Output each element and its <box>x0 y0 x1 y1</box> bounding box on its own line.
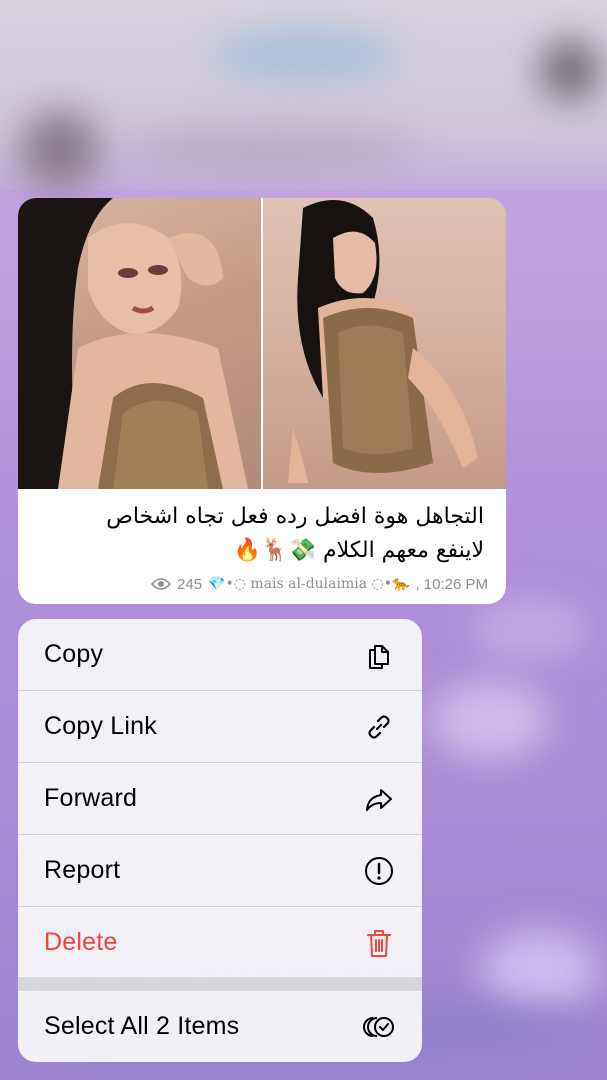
photo-right[interactable] <box>263 198 506 489</box>
copy-icon <box>362 638 396 672</box>
message-meta: 245 💎•◌ mais al-dulaimia ◌•🐆 , 10:26 PM <box>151 573 488 595</box>
select-all-icon <box>362 1010 396 1044</box>
menu-item-label: Forward <box>44 784 138 812</box>
caption-line-1: التجاهل هوة افضل رده فعل تجاه اشخاص <box>106 504 484 529</box>
forward-icon <box>362 782 396 816</box>
menu-item-copy[interactable]: Copy <box>18 619 422 690</box>
author-signature: 💎•◌ mais al-dulaimia ◌•🐆 <box>208 576 410 592</box>
photo-left[interactable] <box>18 198 261 489</box>
menu-item-label: Report <box>44 856 121 884</box>
menu-group-gap <box>18 977 422 991</box>
report-icon <box>362 854 396 888</box>
menu-item-label: Copy Link <box>44 712 157 740</box>
view-count: 245 <box>177 575 203 593</box>
menu-item-select-all[interactable]: Select All 2 Items <box>18 991 422 1062</box>
menu-item-copy-link[interactable]: Copy Link <box>18 691 422 762</box>
menu-item-report[interactable]: Report <box>18 835 422 906</box>
message-caption: التجاهل هوة افضل رده فعل تجاه اشخاص لاين… <box>18 500 506 568</box>
menu-item-forward[interactable]: Forward <box>18 763 422 834</box>
context-menu: Copy Copy Link Forward Report Delete Sel… <box>18 619 422 1062</box>
eye-icon <box>151 578 172 590</box>
link-icon <box>362 710 396 744</box>
caption-line-2: لاينفع معهم الكلام 💸🦌🔥 <box>233 538 484 563</box>
message-time: , 10:26 PM <box>415 575 488 593</box>
message-bubble[interactable]: التجاهل هوة افضل رده فعل تجاه اشخاص لاين… <box>18 198 506 604</box>
trash-icon <box>362 926 396 960</box>
menu-item-label: Select All 2 Items <box>44 1012 240 1040</box>
menu-item-label: Delete <box>44 928 118 956</box>
menu-item-delete[interactable]: Delete <box>18 907 422 978</box>
menu-item-label: Copy <box>44 640 104 668</box>
